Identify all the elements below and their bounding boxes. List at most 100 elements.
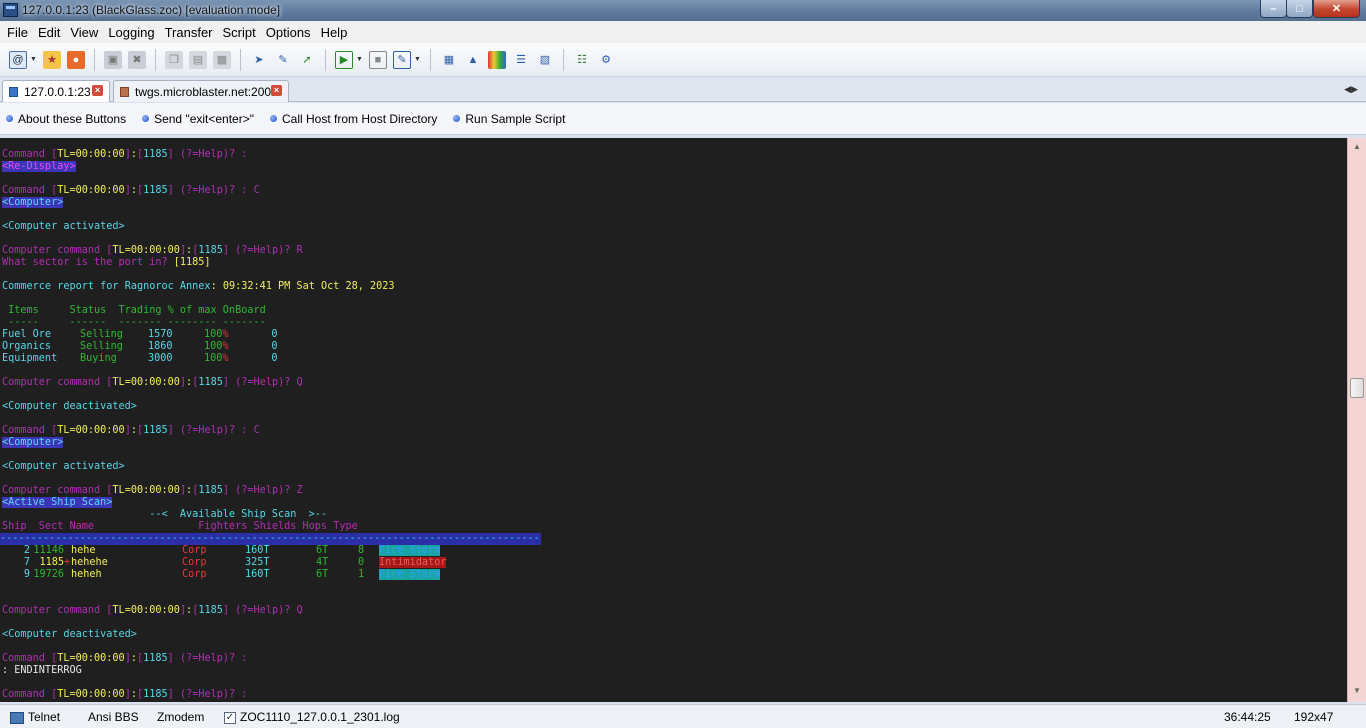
terminal-line: <Computer deactivated> (2, 401, 137, 412)
terminal-line: Computer command [TL=00:00:00]:[1185] (?… (2, 605, 303, 616)
run-script-icon[interactable]: ▶ (335, 50, 353, 69)
terminal-screen[interactable]: Command [TL=00:00:00]:[1185] (?=Help)? :… (0, 138, 1347, 702)
close-tab-icon[interactable]: × (92, 85, 103, 96)
status-emulation[interactable]: Ansi BBS (88, 710, 139, 724)
toolbar-separator (430, 48, 431, 71)
terminal-line: Computer command [TL=00:00:00]:[1185] (?… (2, 377, 303, 388)
terminal-line: What sector is the port in? [1185] (2, 257, 211, 268)
scan-title: --< Available Ship Scan >-- (2, 509, 328, 520)
toolbar-separator (155, 48, 156, 71)
bullet-icon (453, 115, 461, 122)
tools-icon[interactable]: ⚙ (597, 51, 615, 69)
terminal-line: Command [TL=00:00:00]:[1185] (?=Help)? : (2, 689, 248, 700)
tab-scroll-arrows-icon[interactable]: ◀▶ (1344, 84, 1358, 95)
terminal-scrollbar[interactable]: ▲ ▼ (1347, 138, 1366, 702)
menu-view[interactable]: View (65, 25, 103, 40)
ship-row: 9 19726 heheh Corp 160T 6T 1 Fire Storm (23, 569, 441, 580)
status-bar: Telnet Ansi BBS Zmodem ✓ ZOC1110_127.0.0.… (0, 704, 1366, 728)
about-buttons-button[interactable]: About these Buttons (6, 112, 126, 126)
tab-label: 127.0.0.1:23 (24, 84, 91, 99)
status-logfile[interactable]: ✓ ZOC1110_127.0.0.1_2301.log (224, 710, 400, 724)
menu-options[interactable]: Options (261, 25, 316, 40)
session-icon[interactable]: ▦ (440, 51, 458, 69)
network-icon (10, 711, 24, 724)
user-button-bar: About these Buttons Send "exit<enter>" C… (0, 103, 1366, 135)
print-icon[interactable]: ▩ (213, 50, 231, 69)
toolbar-separator (94, 48, 95, 71)
settings-icon[interactable]: ☷ (573, 51, 591, 69)
terminal-icon (120, 86, 129, 97)
bullet-icon (142, 115, 150, 122)
menu-script[interactable]: Script (218, 25, 261, 40)
status-protocol[interactable]: Telnet (10, 710, 60, 724)
chevron-down-icon[interactable]: ▼ (356, 56, 363, 63)
terminal-line: Computer command [TL=00:00:00]:[1185] (?… (2, 485, 303, 496)
quick-connect-icon[interactable]: ● (67, 50, 85, 69)
menu-file[interactable]: File (2, 25, 33, 40)
layout-icon[interactable]: ▧ (536, 51, 554, 69)
terminal-line: <Computer> (2, 197, 64, 208)
host-directory-icon[interactable]: ★ (43, 50, 61, 69)
scan-header: Ship Sect Name Fighters Shields Hops Typ… (2, 521, 358, 532)
ship-row: 7 1185+hehehe Corp 325T 4T 0 Intimidator (23, 557, 447, 568)
close-tab-icon[interactable]: × (271, 85, 282, 96)
terminal-line: <Re-Display> (2, 161, 76, 172)
disconnect-icon[interactable]: ▣ (104, 50, 122, 69)
commerce-rule: ----- ------ ------- -------- ------- (2, 317, 266, 328)
chevron-down-icon[interactable]: ▼ (414, 56, 421, 63)
terminal-line: <Computer> (2, 437, 64, 448)
edit-icon[interactable]: ✎ (274, 51, 292, 69)
terminal-line: <Active Ship Scan> (2, 497, 113, 508)
menu-transfer[interactable]: Transfer (160, 25, 218, 40)
terminal-icon (9, 86, 18, 97)
toolbar: @ ▼ ★ ● ▣ ✖ ❐ ▤ ▩ ➤ ✎ ➚ ▶ ▼ ■ ✎ ▼ ▦ ▲ ☰ … (0, 43, 1366, 77)
tab-localhost[interactable]: 127.0.0.1:23 × (2, 80, 110, 102)
send-file-icon[interactable]: ➤ (250, 51, 268, 69)
window-title: 127.0.0.1:23 (BlackGlass.zoc) [evaluatio… (22, 3, 281, 17)
close-button[interactable]: ✕ (1313, 0, 1360, 18)
bullet-icon (6, 115, 13, 122)
title-bar: 127.0.0.1:23 (BlackGlass.zoc) [evaluatio… (0, 0, 1366, 21)
scroll-up-icon[interactable]: ▲ (1351, 142, 1363, 154)
terminal-line: Commerce report for Ragnoroc Annex: 09:3… (2, 281, 395, 292)
minimize-button[interactable]: – (1260, 0, 1287, 18)
terminal-line: Command [TL=00:00:00]:[1185] (?=Help)? :… (2, 425, 260, 436)
stop-icon[interactable]: ■ (369, 50, 387, 69)
paste-icon[interactable]: ▤ (189, 50, 207, 69)
menu-logging[interactable]: Logging (103, 25, 159, 40)
tab-twgs[interactable]: twgs.microblaster.net:2002 × (113, 80, 289, 102)
terminal-line: Command [TL=00:00:00]:[1185] (?=Help)? : (2, 149, 248, 160)
chevron-down-icon[interactable]: ▼ (30, 56, 37, 63)
commerce-row: Organics Selling 1860 100% 0 (2, 341, 278, 352)
chart-icon[interactable]: ▲ (464, 51, 482, 69)
tab-label: twgs.microblaster.net:2002 (135, 84, 278, 99)
connect-icon[interactable]: @ (9, 50, 27, 69)
menu-help[interactable]: Help (316, 25, 353, 40)
terminal-line: <Computer activated> (2, 221, 125, 232)
run-sample-script-button[interactable]: Run Sample Script (453, 112, 565, 126)
scroll-down-icon[interactable]: ▼ (1351, 686, 1363, 698)
terminal-line: <Computer deactivated> (2, 629, 137, 640)
colors-icon[interactable] (488, 50, 506, 69)
scroll-thumb[interactable] (1350, 378, 1364, 398)
send-exit-button[interactable]: Send "exit<enter>" (142, 112, 254, 126)
toolbar-separator (325, 48, 326, 71)
options-icon[interactable]: ☰ (512, 51, 530, 69)
cancel-icon[interactable]: ✖ (128, 50, 146, 69)
maximize-button[interactable]: □ (1286, 0, 1313, 18)
status-transfer[interactable]: Zmodem (157, 710, 204, 724)
menu-bar: File Edit View Logging Transfer Script O… (0, 21, 1366, 43)
terminal-line: <Computer activated> (2, 461, 125, 472)
terminal-line: Command [TL=00:00:00]:[1185] (?=Help)? :… (2, 185, 260, 196)
upload-icon[interactable]: ➚ (298, 51, 316, 69)
menu-edit[interactable]: Edit (33, 25, 65, 40)
checkbox-icon[interactable]: ✓ (224, 711, 236, 724)
script-editor-icon[interactable]: ✎ (393, 50, 411, 69)
terminal-line: Computer command [TL=00:00:00]:[1185] (?… (2, 245, 303, 256)
commerce-row: Fuel Ore Selling 1570 100% 0 (2, 329, 278, 340)
toolbar-separator (563, 48, 564, 71)
call-host-button[interactable]: Call Host from Host Directory (270, 112, 437, 126)
toolbar-separator (240, 48, 241, 71)
commerce-header: Items Status Trading % of max OnBoard (2, 305, 266, 316)
copy-icon[interactable]: ❐ (165, 50, 183, 69)
